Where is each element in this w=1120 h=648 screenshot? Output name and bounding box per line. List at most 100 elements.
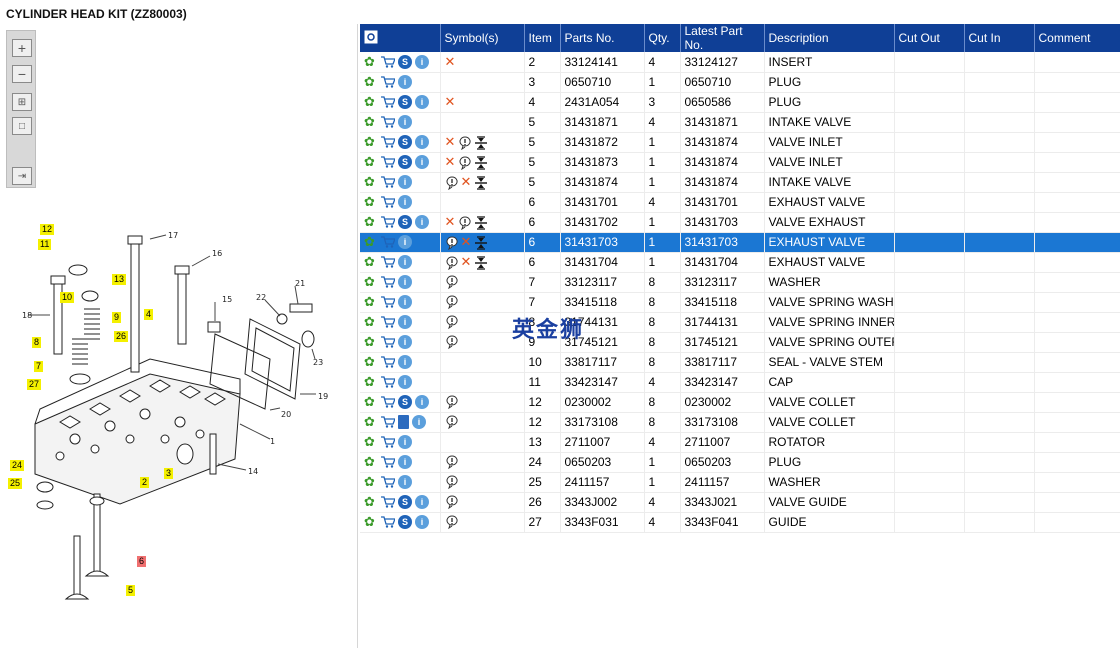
info-icon[interactable]: i [415,135,429,150]
table-row[interactable]: ✿ Si 26 3343J002 4 3343J021 VALVE GUIDE [360,492,1120,513]
note-icon[interactable] [445,335,461,350]
service-icon[interactable]: S [398,215,412,230]
info-icon[interactable]: i [415,155,429,170]
book-icon[interactable] [398,415,409,430]
gear-icon[interactable]: ✿ [364,515,378,529]
removed-icon[interactable]: ✕ [445,94,456,109]
note-icon[interactable] [445,455,461,470]
gear-icon[interactable]: ✿ [364,95,378,109]
info-icon[interactable]: i [398,455,412,470]
interchange-icon[interactable] [474,175,490,190]
cart-icon[interactable] [381,475,398,489]
callout-5[interactable]: 5 [126,585,136,596]
cart-icon[interactable] [381,455,398,469]
info-icon[interactable]: i [398,235,412,250]
gear-icon[interactable]: ✿ [364,495,378,509]
removed-icon[interactable]: ✕ [445,54,456,69]
note-icon[interactable] [445,495,461,510]
table-row[interactable]: ✿i733415118833415118VALVE SPRING WASHER [360,292,1120,313]
info-icon[interactable]: i [415,55,429,70]
callout-8[interactable]: 8 [32,337,42,348]
callout-26[interactable]: 26 [114,331,129,342]
service-icon[interactable]: S [398,95,412,110]
table-row[interactable]: ✿ i 11 33423147 4 33423147 CAP [360,372,1120,393]
note-icon[interactable] [445,235,461,250]
info-icon[interactable]: i [398,275,412,290]
interchange-icon[interactable] [474,155,490,170]
callout-6[interactable]: 6 [137,556,147,567]
table-row[interactable]: ✿ i 13 2711007 4 2711007 ROTATOR [360,432,1120,453]
column-header-actions[interactable] [360,24,441,52]
column-header-symbols[interactable]: Symbol(s) [440,24,525,52]
table-row[interactable]: ✿ Si 12 0230002 8 0230002 VALVE COLLET [360,392,1120,413]
gear-icon[interactable]: ✿ [364,375,378,389]
table-row[interactable]: ✿ i 6 31431701 4 31431701 EXHAUST VALVE [360,192,1120,213]
table-row[interactable]: ✿ i 12 33173108 8 33173108 VALVE COLLET [360,412,1120,433]
interchange-icon[interactable] [474,235,490,250]
info-icon[interactable]: i [415,515,429,530]
info-icon[interactable]: i [415,215,429,230]
service-icon[interactable]: S [398,395,412,410]
note-icon[interactable] [445,275,461,290]
callout-12[interactable]: 12 [40,224,55,235]
info-icon[interactable]: i [398,475,412,490]
column-header-description[interactable]: Description [764,24,895,52]
cart-icon[interactable] [381,235,398,249]
note-icon[interactable] [445,395,461,410]
cart-icon[interactable] [381,375,398,389]
removed-icon[interactable]: ✕ [461,174,472,189]
callout-13[interactable]: 13 [112,274,127,285]
export-button[interactable]: ⇥ [12,167,32,185]
gear-icon[interactable]: ✿ [364,255,378,269]
callout-27[interactable]: 27 [27,379,42,390]
cart-icon[interactable] [381,255,398,269]
info-icon[interactable]: i [398,175,412,190]
gear-icon[interactable]: ✿ [364,135,378,149]
gear-icon[interactable]: ✿ [364,75,378,89]
callout-3[interactable]: 3 [164,468,174,479]
cart-icon[interactable] [381,415,398,429]
cart-icon[interactable] [381,75,398,89]
gear-icon[interactable]: ✿ [364,395,378,409]
gear-icon[interactable]: ✿ [364,455,378,469]
note-icon[interactable] [458,155,474,170]
note-icon[interactable] [445,255,461,270]
callout-24[interactable]: 24 [10,460,25,471]
column-chooser-icon[interactable] [364,30,378,44]
actual-size-button[interactable]: □ [12,117,32,135]
gear-icon[interactable]: ✿ [364,175,378,189]
cart-icon[interactable] [381,54,398,68]
column-header-qty[interactable]: Qty. [644,24,681,52]
cart-icon[interactable] [381,515,398,529]
note-icon[interactable] [445,295,461,310]
info-icon[interactable]: i [398,195,412,210]
table-row[interactable]: ✿ Si ✕ 6 31431702 1 31431703 VALVE EXHAUST [360,212,1120,233]
table-row[interactable]: ✿ i 7 33123117 8 33123117 WASHER [360,272,1120,293]
table-row[interactable]: ✿ i 3 0650710 1 0650710 PLUG [360,72,1120,93]
table-row[interactable]: ✿ i ✕ 5 31431874 1 31431874 INTAKE VALVE [360,172,1120,193]
table-row[interactable]: ✿ Si 27 3343F031 4 3343F041 GUIDE [360,512,1120,533]
interchange-icon[interactable] [474,135,490,150]
cart-icon[interactable] [381,95,398,109]
info-icon[interactable]: i [398,375,412,390]
exploded-diagram[interactable]: 17 16 18 15 22 21 20 19 23 1 14 [0,194,356,624]
column-header-item[interactable]: Item [524,24,561,52]
info-icon[interactable]: i [398,255,412,270]
info-icon[interactable]: i [412,415,426,430]
cart-icon[interactable] [381,335,398,349]
cart-icon[interactable] [381,195,398,209]
cart-icon[interactable] [381,215,398,229]
removed-icon[interactable]: ✕ [461,254,472,269]
gear-icon[interactable]: ✿ [364,55,378,69]
gear-icon[interactable]: ✿ [364,195,378,209]
table-row[interactable]: ✿ i ✕ 6 31431703 1 31431703 EXHAUST VALVE [360,232,1120,253]
gear-icon[interactable]: ✿ [364,295,378,309]
column-header-latest-part[interactable]: Latest Part No. [680,24,765,52]
info-icon[interactable]: i [415,395,429,410]
callout-2[interactable]: 2 [140,477,150,488]
cart-icon[interactable] [381,115,398,129]
info-icon[interactable]: i [415,95,429,110]
note-icon[interactable] [445,415,461,430]
gear-icon[interactable]: ✿ [364,475,378,489]
removed-icon[interactable]: ✕ [445,134,456,149]
